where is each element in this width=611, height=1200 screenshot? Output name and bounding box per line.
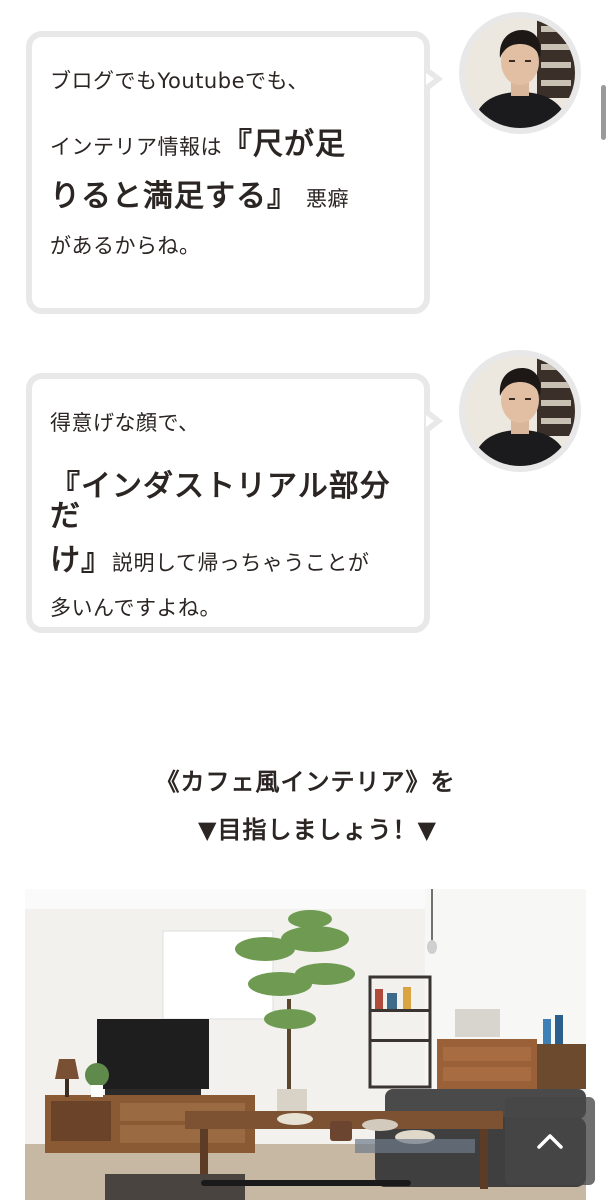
chevron-up-icon	[537, 1134, 563, 1149]
living-room-illustration	[25, 889, 586, 1200]
bubble-2-line-1: 得意げな顔で、	[50, 411, 200, 435]
bubble-1-line-2: インテリア情報は『尺が足	[50, 130, 404, 160]
bubble-2-line-3: け』説明して帰っちゃうことが	[50, 546, 404, 576]
author-photo-1	[465, 18, 575, 128]
home-indicator	[201, 1180, 411, 1186]
author-photo-2	[465, 356, 575, 466]
bubble-1-line-4: があるからね。	[50, 234, 201, 258]
speech-bubble-2: 得意げな顔で、 『インダストリアル部分だ け』説明して帰っちゃうことが 多いんで…	[26, 373, 443, 633]
bubble-1-emphasis-2: りると満足する』	[50, 179, 298, 214]
bubble-2-line-3-text: 説明して帰っちゃうことが	[112, 551, 370, 575]
bubble-1-line-3: りると満足する』 悪癖	[50, 182, 404, 212]
scrollbar-thumb[interactable]	[601, 85, 606, 140]
author-avatar-2	[459, 350, 581, 472]
back-to-top-button[interactable]	[505, 1097, 595, 1185]
bubble-2-line-4: 多いんですよね。	[50, 596, 221, 620]
section-heading-line-1: 《カフェ風インテリア》を	[155, 768, 456, 796]
bubble-2-emphasis-1: 『インダストリアル部分だ	[50, 469, 391, 534]
speech-bubble-1: ブログでもYoutubeでも、 インテリア情報は『尺が足 りると満足する』 悪癖 …	[26, 31, 443, 314]
bubble-2-emphasis-2: け』	[50, 543, 112, 578]
bubble-1-line-2-text: インテリア情報は	[50, 135, 222, 159]
bubble-1-line-3-text: 悪癖	[306, 187, 349, 211]
author-avatar-1	[459, 12, 581, 134]
cafe-interior-photo	[25, 889, 586, 1200]
bubble-1-emphasis-1: 『尺が足	[222, 127, 346, 162]
bubble-1-line-1: ブログでもYoutubeでも、	[50, 69, 309, 93]
section-heading-line-2: ▼目指しましょう！▼	[198, 816, 437, 844]
